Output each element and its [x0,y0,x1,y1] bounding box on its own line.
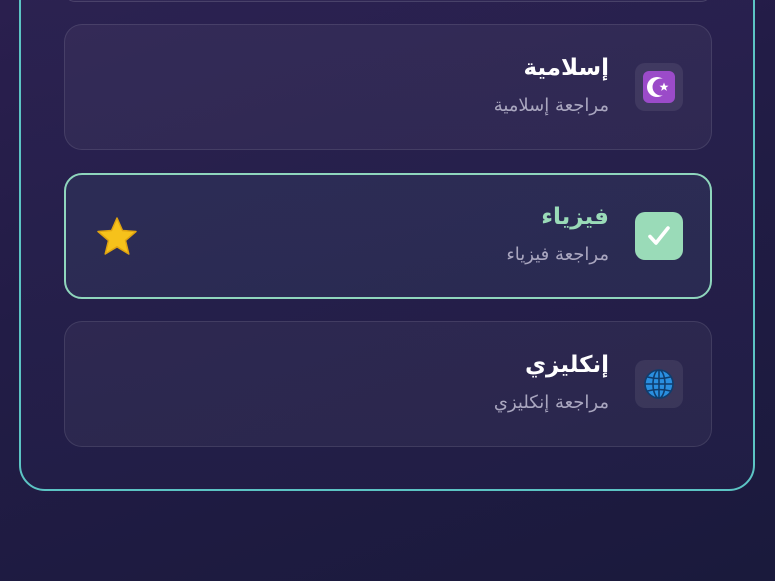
globe-icon [644,369,674,399]
subject-subtitle: مراجعة إنكليزي [493,392,609,413]
subject-title: إسلامية [523,55,609,81]
star-icon [97,217,137,255]
subject-title: فيزياء [541,204,609,230]
subject-icon-box [635,63,683,111]
check-mark-icon [648,226,670,245]
subject-icon-box [635,212,683,260]
subject-card-english[interactable]: إنكليزي مراجعة إنكليزي [64,321,712,447]
subject-title: إنكليزي [524,352,609,378]
subject-subtitle: مراجعة فيزياء [506,244,609,265]
star-and-crescent-icon [643,71,675,103]
subject-card-physics[interactable]: فيزياء مراجعة فيزياء [64,173,712,299]
subject-icon-box [635,360,683,408]
subject-subtitle: مراجعة إسلامية [493,95,609,116]
subject-card-islamic[interactable]: إسلامية مراجعة إسلامية [64,24,712,150]
subject-card-partial[interactable] [64,0,712,2]
